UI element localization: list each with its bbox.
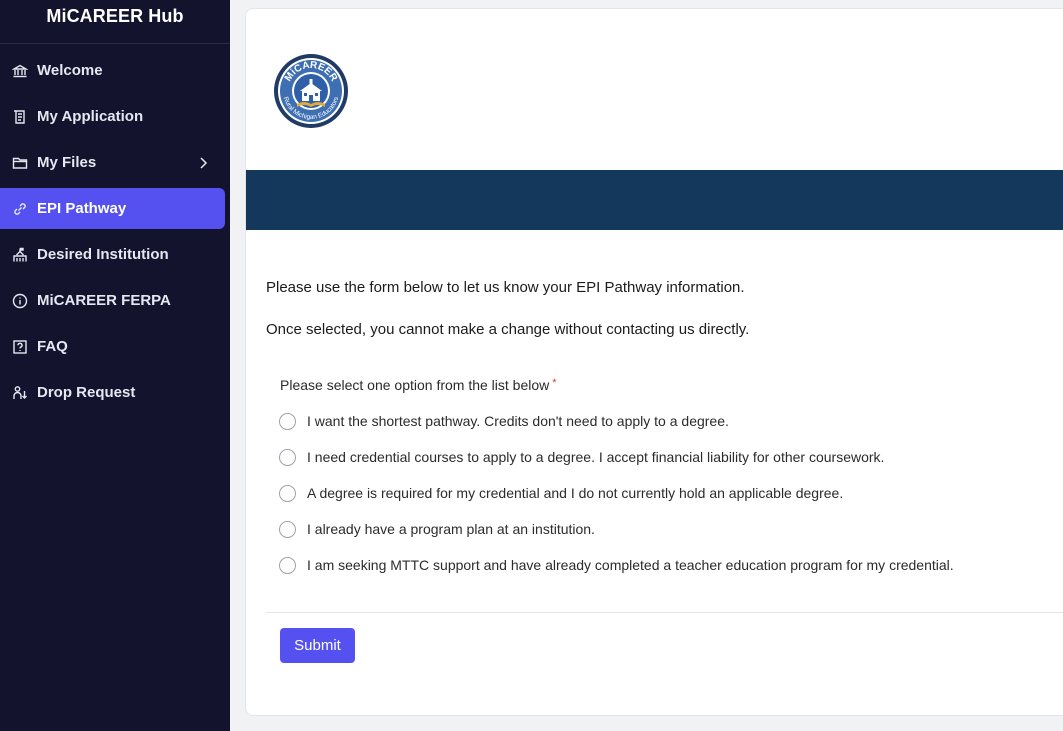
sidebar-item-label: EPI Pathway xyxy=(37,200,127,217)
option-credential-courses-degree[interactable]: I need credential courses to apply to a … xyxy=(279,446,884,468)
radio-button[interactable] xyxy=(279,448,296,466)
sidebar-item-welcome[interactable]: Welcome xyxy=(0,50,225,91)
option-shortest-pathway[interactable]: I want the shortest pathway. Credits don… xyxy=(279,410,729,432)
sidebar-item-my-files[interactable]: My Files xyxy=(0,142,225,183)
micareer-logo: MiCAREER Rural Michigan Educators xyxy=(274,54,348,128)
option-label: I want the shortest pathway. Credits don… xyxy=(307,413,729,429)
option-label: A degree is required for my credential a… xyxy=(307,485,844,501)
brand-header: MiCAREER Hub xyxy=(0,0,230,44)
sidebar-item-label: MiCAREER FERPA xyxy=(37,292,171,309)
folder-icon xyxy=(11,154,29,172)
option-label: I am seeking MTTC support and have alrea… xyxy=(307,557,954,573)
intro-text: Please use the form below to let us know… xyxy=(266,279,745,296)
option-label: I already have a program plan at an inst… xyxy=(307,521,595,537)
sidebar-item-epi-pathway[interactable]: EPI Pathway xyxy=(0,188,225,229)
sidebar-nav: Welcome My Application My Files EPI Path… xyxy=(0,44,230,413)
option-label: I need credential courses to apply to a … xyxy=(307,449,885,465)
sidebar-item-label: FAQ xyxy=(37,338,68,355)
header-banner xyxy=(246,170,1063,230)
sidebar-item-label: My Files xyxy=(37,154,97,171)
option-program-plan[interactable]: I already have a program plan at an inst… xyxy=(279,518,595,540)
sidebar-item-my-application[interactable]: My Application xyxy=(0,96,225,137)
radio-button[interactable] xyxy=(279,484,296,502)
sidebar-item-label: Welcome xyxy=(37,62,103,79)
required-marker: * xyxy=(552,377,557,389)
sidebar-item-desired-institution[interactable]: Desired Institution xyxy=(0,234,225,275)
question-text: Please select one option from the list b… xyxy=(280,377,550,393)
sidebar-item-label: Desired Institution xyxy=(37,246,169,263)
question-label: Please select one option from the list b… xyxy=(280,377,557,393)
epi-pathway-form-card: MiCAREER Rural Michigan Educators Please… xyxy=(245,8,1063,716)
question-icon xyxy=(11,338,29,356)
document-icon xyxy=(11,108,29,126)
sidebar: MiCAREER Hub Welcome My Application My F… xyxy=(0,0,230,731)
chevron-right-icon[interactable] xyxy=(197,156,209,170)
person-down-icon xyxy=(11,384,29,402)
divider xyxy=(266,612,1063,613)
sidebar-item-faq[interactable]: FAQ xyxy=(0,326,225,367)
radio-button[interactable] xyxy=(279,556,296,574)
option-mttc-support[interactable]: I am seeking MTTC support and have alrea… xyxy=(279,554,954,576)
museum-icon xyxy=(11,62,29,80)
radio-button[interactable] xyxy=(279,520,296,538)
info-icon xyxy=(11,292,29,310)
link-icon xyxy=(11,200,29,218)
brand-title: MiCAREER Hub xyxy=(46,6,184,26)
sidebar-item-label: Drop Request xyxy=(37,384,136,401)
institution-icon xyxy=(11,246,29,264)
sidebar-item-micareer-ferpa[interactable]: MiCAREER FERPA xyxy=(0,280,225,321)
radio-button[interactable] xyxy=(279,412,296,430)
warning-text: Once selected, you cannot make a change … xyxy=(266,321,750,338)
sidebar-item-label: My Application xyxy=(37,108,144,125)
option-degree-required[interactable]: A degree is required for my credential a… xyxy=(279,482,843,504)
sidebar-item-drop-request[interactable]: Drop Request xyxy=(0,372,225,413)
submit-button[interactable]: Submit xyxy=(280,628,355,663)
